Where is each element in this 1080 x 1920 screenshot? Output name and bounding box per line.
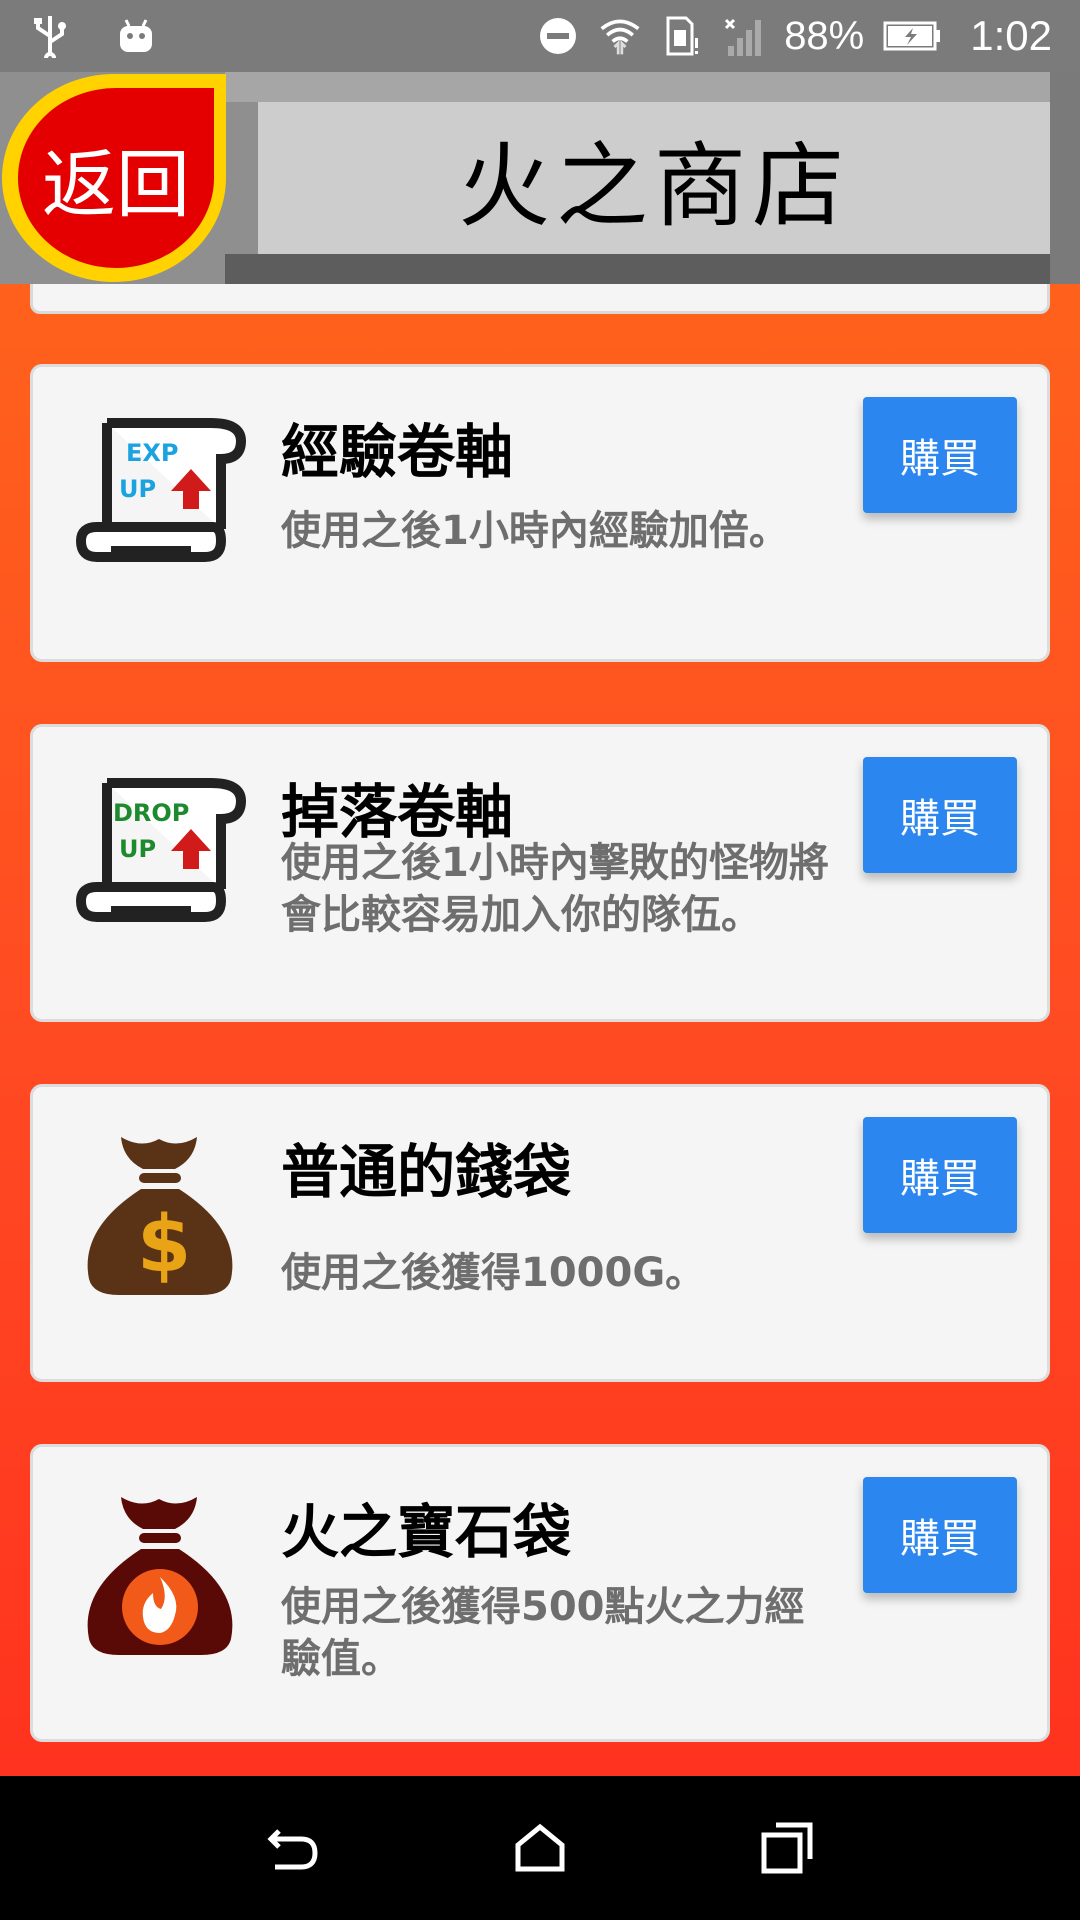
battery-charging-icon (882, 14, 942, 58)
home-nav-icon[interactable] (500, 1808, 580, 1888)
back-button-label: 返回 (42, 141, 190, 228)
wifi-icon (598, 14, 642, 58)
svg-text:UP: UP (119, 475, 156, 503)
list-item-partial (30, 284, 1050, 314)
money-bag-icon: $ (71, 1129, 249, 1295)
svg-text:$: $ (137, 1200, 191, 1290)
do-not-disturb-icon (536, 14, 580, 58)
exp-scroll-icon: EXP UP (71, 409, 249, 569)
sim-icon (660, 14, 704, 58)
title-plate: 火之商店 (258, 102, 1050, 254)
status-bar: 88% 1:02 (0, 0, 1080, 72)
svg-text:EXP: EXP (126, 439, 179, 467)
recents-nav-icon[interactable] (747, 1808, 827, 1888)
usb-icon (28, 14, 72, 58)
item-name: 經驗卷軸 (281, 418, 514, 486)
item-description: 使用之後獲得1000G。 (281, 1250, 706, 1296)
buy-button[interactable]: 購買 (863, 1477, 1017, 1593)
buy-button[interactable]: 購買 (863, 757, 1017, 873)
list-item: 火之寶石袋 使用之後獲得500點火之力經驗值。 購買 (30, 1444, 1050, 1742)
signal-icon (722, 14, 766, 58)
item-name: 火之寶石袋 (281, 1498, 572, 1566)
shop-item-list[interactable]: EXP UP 經驗卷軸 使用之後1小時內經驗加倍。 購買 DROP UP 掉落卷… (0, 284, 1080, 1776)
item-description: 使用之後獲得500點火之力經驗值。 (281, 1584, 805, 1682)
item-description: 使用之後1小時內經驗加倍。 (281, 508, 789, 554)
drop-scroll-icon: DROP UP (71, 769, 249, 929)
list-item: DROP UP 掉落卷軸 使用之後1小時內擊敗的怪物將會比較容易加入你的隊伍。 … (30, 724, 1050, 1022)
buy-button[interactable]: 購買 (863, 1117, 1017, 1233)
system-nav-bar (0, 1776, 1080, 1920)
battery-percent: 88% (784, 13, 865, 58)
clock: 1:02 (970, 12, 1052, 59)
page-title: 火之商店 (457, 132, 850, 240)
buy-button[interactable]: 購買 (863, 397, 1017, 513)
item-description: 使用之後1小時內擊敗的怪物將會比較容易加入你的隊伍。 (281, 840, 829, 938)
svg-text:UP: UP (119, 835, 156, 863)
fire-gem-bag-icon (71, 1489, 249, 1655)
list-item: EXP UP 經驗卷軸 使用之後1小時內經驗加倍。 購買 (30, 364, 1050, 662)
item-name: 普通的錢袋 (281, 1138, 572, 1206)
back-button[interactable]: 返回 (0, 72, 228, 284)
svg-text:DROP: DROP (113, 799, 189, 827)
list-item: $ 普通的錢袋 使用之後獲得1000G。 購買 (30, 1084, 1050, 1382)
back-nav-icon[interactable] (253, 1808, 333, 1888)
android-icon (114, 14, 158, 58)
